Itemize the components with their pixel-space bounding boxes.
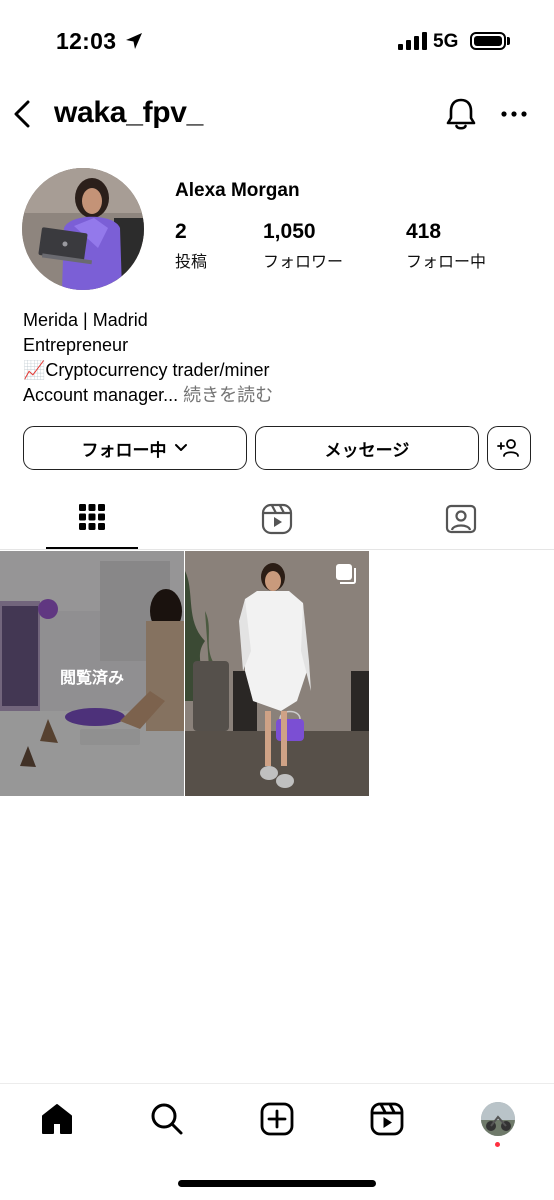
signal-icon [398, 32, 427, 50]
grid-icon [79, 504, 105, 530]
followers-stat[interactable]: 1,050 フォロワー [263, 220, 343, 272]
search-icon [151, 1103, 183, 1135]
home-icon [42, 1104, 72, 1134]
create-icon [260, 1102, 294, 1136]
posts-stat[interactable]: 2 投稿 [175, 220, 207, 272]
following-button-label: フォロー中 [81, 440, 167, 460]
bio-title: Entrepreneur [23, 335, 129, 355]
avatar-image [22, 168, 144, 290]
following-label: フォロー中 [406, 254, 487, 271]
message-button-label: メッセージ [324, 440, 410, 460]
add-person-icon [497, 439, 519, 457]
bio-account: Account manager... [23, 385, 179, 405]
reels-icon [370, 1102, 404, 1136]
reels-icon [261, 503, 293, 535]
profile-avatar-mini [481, 1102, 515, 1136]
status-bar: 12:03 5G [0, 0, 554, 84]
bio-crypto: Cryptocurrency trader/miner [45, 360, 270, 380]
following-stat[interactable]: 418 フォロー中 [406, 220, 486, 272]
bio-line-3: 📈Cryptocurrency trader/miner [23, 358, 273, 383]
followers-label: フォロワー [263, 254, 344, 271]
bio-line-4: Account manager... 続きを読む [23, 383, 273, 408]
home-indicator [178, 1180, 376, 1187]
add-person-button[interactable] [487, 426, 531, 470]
tagged-icon [445, 504, 477, 534]
seen-label: 閲覧済み [59, 670, 124, 687]
network-type: 5G [433, 31, 459, 52]
post-thumbnail-1[interactable]: 閲覧済み [0, 551, 184, 796]
back-icon[interactable] [10, 98, 34, 130]
battery-icon [470, 32, 506, 50]
message-button[interactable]: メッセージ [255, 426, 479, 470]
following-count: 418 [406, 220, 442, 243]
followers-count: 1,050 [263, 220, 316, 243]
battery-cap [507, 37, 510, 45]
header-username: waka_fpv_ [54, 96, 204, 129]
notification-dot [495, 1142, 500, 1147]
nav-reels[interactable] [367, 1099, 407, 1139]
profile-header: waka_fpv_ [0, 90, 554, 140]
profile-bio: Merida | Madrid Entrepreneur 📈Cryptocurr… [23, 308, 273, 408]
more-icon[interactable] [500, 102, 528, 126]
bio-location: Merida | Madrid [23, 310, 148, 330]
location-arrow-icon [126, 33, 142, 49]
bell-icon[interactable] [444, 96, 478, 132]
tab-grid[interactable] [46, 496, 138, 549]
post-thumbnail-2[interactable] [185, 551, 369, 796]
profile-avatar[interactable] [22, 168, 144, 290]
tab-tagged[interactable] [415, 496, 507, 550]
posts-label: 投稿 [175, 254, 208, 271]
nav-create[interactable] [257, 1099, 297, 1139]
nav-profile[interactable] [478, 1099, 518, 1139]
following-button[interactable]: フォロー中 [23, 426, 247, 470]
read-more-link[interactable]: 続きを読む [183, 385, 273, 405]
nav-search[interactable] [147, 1099, 187, 1139]
posts-count: 2 [175, 220, 187, 243]
multiple-photos-icon [336, 564, 356, 584]
posts-grid: 閲覧済み [0, 551, 554, 796]
tab-reels[interactable] [231, 496, 323, 550]
profile-tabs [0, 496, 554, 550]
chart-emoji-icon: 📈 [23, 360, 46, 380]
status-time: 12:03 [56, 28, 117, 54]
chevron-down-icon [174, 444, 187, 451]
nav-home[interactable] [37, 1099, 77, 1139]
post-2-image [185, 551, 369, 796]
display-name: Alexa Morgan [175, 180, 300, 201]
